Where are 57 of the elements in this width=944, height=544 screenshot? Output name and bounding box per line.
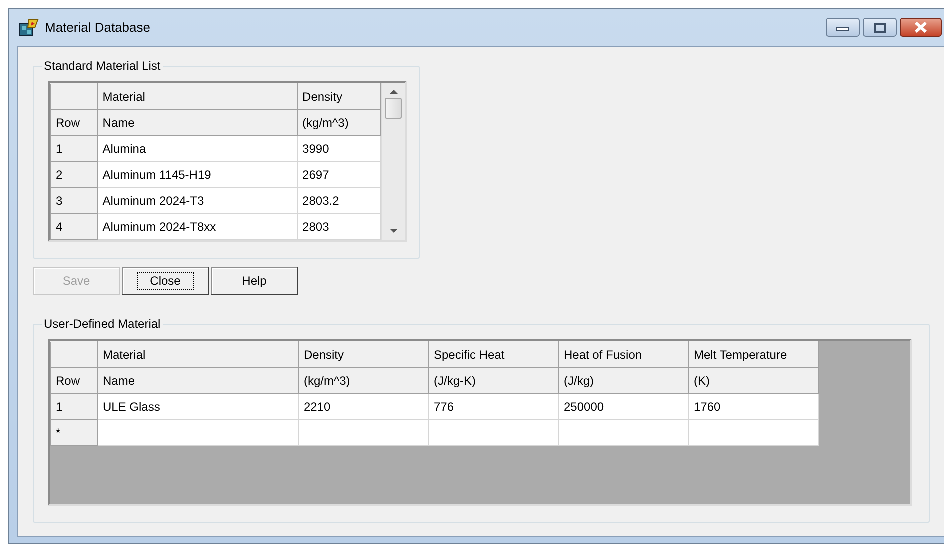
row-header[interactable]: 1 (50, 136, 98, 162)
group-label: User-Defined Material (43, 317, 162, 331)
table-cell: 2803 (297, 214, 381, 240)
column-header: Density (297, 84, 381, 110)
row-header: Row (50, 368, 98, 394)
table-cell: 2697 (297, 162, 381, 188)
column-header: Material (97, 84, 298, 110)
app-icon (19, 18, 39, 36)
scrollbar[interactable] (381, 83, 405, 240)
table-cell: 1760 (688, 394, 818, 420)
table-cell: 2210 (298, 394, 428, 420)
table-cell: Aluminum 2024-T3 (97, 188, 298, 214)
maximize-icon (873, 22, 887, 32)
column-header: Name (98, 368, 298, 394)
table-cell[interactable] (688, 420, 818, 446)
scroll-thumb[interactable] (385, 98, 402, 119)
column-header: Heat of Fusion (558, 342, 688, 368)
column-header: (K) (688, 368, 818, 394)
column-header: Material (98, 342, 298, 368)
table-cell: 3990 (297, 136, 381, 162)
column-header: (J/kg-K) (428, 368, 558, 394)
column-header: Name (97, 110, 298, 136)
column-header: (kg/m^3) (297, 110, 381, 136)
row-header (50, 342, 98, 368)
table-cell: 2803.2 (297, 188, 381, 214)
dialog-button[interactable]: Help (211, 267, 298, 295)
row-header[interactable]: 4 (50, 214, 98, 240)
table-cell[interactable] (428, 420, 558, 446)
column-header: (kg/m^3) (298, 368, 428, 394)
close-icon (914, 22, 928, 33)
row-header[interactable]: 3 (50, 188, 98, 214)
table-cell: 776 (428, 394, 558, 420)
row-header (50, 84, 98, 110)
column-header: (J/kg) (558, 368, 688, 394)
row-header[interactable]: * (50, 420, 98, 446)
column-header: Density (298, 342, 428, 368)
maximize-button[interactable] (863, 18, 897, 37)
table-cell[interactable] (298, 420, 428, 446)
table-cell: Aluminum 1145-H19 (97, 162, 298, 188)
table-cell: Aluminum 2024-T8xx (97, 214, 298, 240)
close-window-button[interactable] (900, 18, 942, 37)
window-title: Material Database (45, 18, 150, 37)
table-cell: Alumina (97, 136, 298, 162)
table-cell[interactable] (98, 420, 298, 446)
table-cell[interactable] (558, 420, 688, 446)
column-header: Specific Heat (428, 342, 558, 368)
dialog-button[interactable]: Close (122, 267, 209, 295)
row-header[interactable]: 2 (50, 162, 98, 188)
group-label: Standard Material List (43, 59, 162, 73)
minimize-button[interactable] (826, 18, 860, 37)
table-cell: 250000 (558, 394, 688, 420)
scroll-down-icon[interactable] (390, 229, 398, 234)
table-cell: ULE Glass (98, 394, 298, 420)
row-header[interactable]: 1 (50, 394, 98, 420)
column-header: Melt Temperature (688, 342, 818, 368)
scroll-up-icon[interactable] (390, 89, 398, 94)
row-header: Row (50, 110, 98, 136)
